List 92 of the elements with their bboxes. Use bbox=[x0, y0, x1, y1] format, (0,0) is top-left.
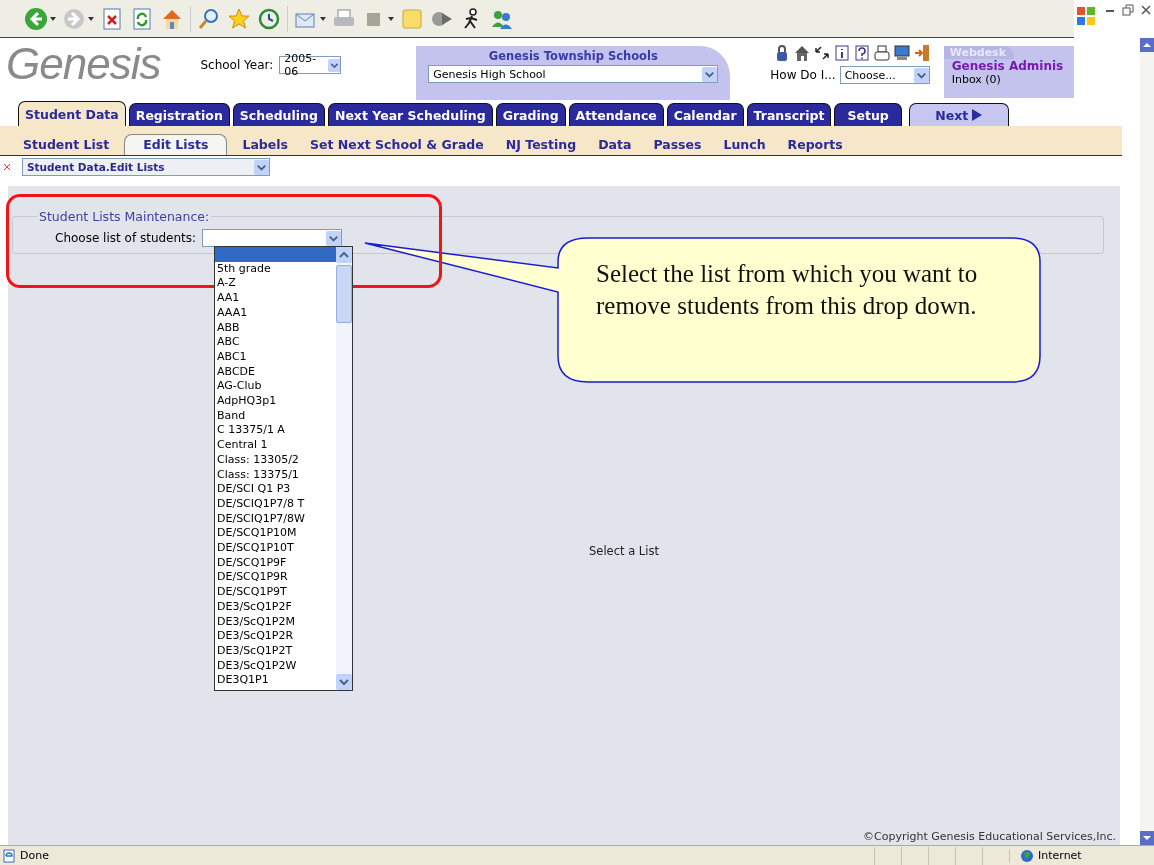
scroll-down-icon[interactable] bbox=[336, 674, 352, 690]
print-icon[interactable] bbox=[873, 44, 890, 62]
list-option[interactable]: A-Z bbox=[217, 276, 336, 292]
close-icon[interactable] bbox=[4, 164, 10, 170]
sub-tab[interactable]: Edit Lists bbox=[124, 134, 228, 155]
sub-tab[interactable]: Student List bbox=[16, 137, 117, 155]
exit-door-icon[interactable] bbox=[913, 44, 930, 62]
list-option[interactable]: DE/SCQ1P9F bbox=[217, 555, 336, 571]
nav-tab[interactable]: Attendance bbox=[568, 103, 664, 126]
stop-icon[interactable] bbox=[100, 6, 124, 31]
home-icon[interactable] bbox=[793, 44, 810, 62]
nav-tab[interactable]: Calendar bbox=[666, 103, 744, 126]
list-option[interactable]: DE3/ScQ1P2R bbox=[217, 629, 336, 644]
sub-tab[interactable]: Data bbox=[591, 137, 639, 155]
refresh-icon[interactable] bbox=[130, 6, 154, 31]
breadcrumb-select[interactable]: Student Data.Edit Lists bbox=[22, 158, 270, 176]
scroll-thumb[interactable] bbox=[336, 265, 352, 323]
close-icon[interactable] bbox=[1140, 4, 1152, 16]
arrows-icon[interactable] bbox=[813, 44, 830, 62]
list-option[interactable]: DE/SCQ1P9T bbox=[217, 585, 336, 600]
school-year-select[interactable]: 2005-06 bbox=[279, 56, 342, 74]
restore-icon[interactable] bbox=[1122, 4, 1134, 16]
history-icon[interactable] bbox=[257, 6, 281, 31]
caret-icon[interactable] bbox=[320, 16, 326, 21]
info-icon[interactable] bbox=[833, 44, 850, 62]
caret-icon[interactable] bbox=[50, 16, 56, 21]
list-option[interactable]: ABB bbox=[217, 320, 336, 336]
list-option[interactable]: DE3/ScQ1P2T bbox=[217, 643, 336, 659]
section-legend: Student Lists Maintenance: bbox=[37, 209, 212, 224]
list-option[interactable]: DE/SCIQ1P7/8W bbox=[217, 511, 336, 527]
monitor-icon[interactable] bbox=[893, 44, 910, 62]
caret-icon[interactable] bbox=[388, 16, 394, 21]
list-option[interactable]: DE/SCQ1P9R bbox=[217, 570, 336, 586]
list-option[interactable]: Class: 13305/2 bbox=[217, 452, 336, 468]
empty-message: Select a List bbox=[589, 544, 659, 558]
caret-icon[interactable] bbox=[88, 16, 94, 21]
nav-tab[interactable]: Scheduling bbox=[232, 103, 325, 126]
choose-list-label: Choose list of students: bbox=[55, 231, 197, 245]
nav-tab[interactable]: Next Year Scheduling bbox=[327, 103, 493, 126]
copyright-text: ©Copyright Genesis Educational Services,Inc. bbox=[863, 830, 1116, 843]
list-option[interactable]: DE/SCQ1P10M bbox=[217, 526, 336, 542]
list-option[interactable]: AG-Club bbox=[217, 379, 336, 394]
list-option[interactable]: DE/SCIQ1P7/8 T bbox=[217, 496, 336, 512]
nav-tab[interactable]: Registration bbox=[128, 103, 230, 126]
nav-tab[interactable]: Student Data bbox=[18, 101, 126, 126]
list-option[interactable]: AdpHQ3p1 bbox=[217, 394, 336, 409]
sub-tab[interactable]: Set Next School & Grade bbox=[303, 137, 491, 155]
callout-text: Select the list from which you want to remove students from this drop down. bbox=[596, 259, 979, 321]
list-option[interactable]: DE3/ScQ1P2F bbox=[217, 599, 336, 615]
nav-tab[interactable]: Setup bbox=[834, 103, 902, 126]
scroll-up-icon[interactable] bbox=[336, 247, 352, 263]
list-select[interactable] bbox=[202, 229, 343, 247]
windows-logo-icon bbox=[1074, 4, 1098, 28]
list-option[interactable]: C 13375/1 A bbox=[217, 423, 336, 439]
district-name: Genesis Township Schools bbox=[488, 49, 658, 63]
status-text: Done bbox=[20, 849, 49, 862]
star-icon[interactable] bbox=[227, 6, 251, 31]
list-option[interactable]: 5th grade bbox=[217, 261, 336, 277]
play-arrow-icon bbox=[972, 109, 983, 121]
how-do-i-label: How Do I... bbox=[770, 68, 836, 82]
list-option[interactable]: Class: 13375/1 bbox=[217, 467, 336, 483]
list-option[interactable]: ABC bbox=[217, 335, 336, 350]
list-option[interactable]: Central 1 bbox=[217, 438, 336, 453]
list-option[interactable]: ABC1 bbox=[217, 349, 336, 365]
nav-tab[interactable]: Transcript bbox=[746, 103, 832, 126]
sub-tab[interactable]: Passes bbox=[646, 137, 709, 155]
list-option[interactable]: DE3/ScQ1P2M bbox=[217, 614, 336, 630]
page-icon bbox=[2, 848, 16, 863]
user-name: Genesis Adminis bbox=[950, 59, 1065, 73]
list-option[interactable]: DE/SCI Q1 P3 bbox=[217, 482, 336, 497]
list-option[interactable]: ABCDE bbox=[217, 364, 336, 380]
school-year-label: School Year: bbox=[200, 58, 274, 72]
list-option[interactable]: DE3/ScQ1P2W bbox=[217, 658, 336, 674]
help-icon[interactable] bbox=[853, 44, 870, 62]
inbox-link[interactable]: Inbox (0) bbox=[943, 73, 1074, 86]
list-option[interactable]: AAA1 bbox=[217, 305, 336, 321]
how-do-i-select[interactable]: Choose... bbox=[839, 66, 930, 84]
zone-label: Internet bbox=[1038, 849, 1082, 862]
sub-tab[interactable]: NJ Testing bbox=[498, 137, 584, 155]
list-option[interactable]: Band bbox=[217, 408, 336, 424]
search-icon[interactable] bbox=[197, 6, 221, 31]
genesis-logo: Genesis bbox=[6, 42, 161, 86]
sub-tab[interactable]: Labels bbox=[235, 137, 295, 155]
school-select[interactable]: Genesis High School bbox=[428, 65, 719, 83]
nav-tab[interactable]: Grading bbox=[495, 103, 566, 126]
list-option[interactable]: DE/SCQ1P10T bbox=[217, 541, 336, 556]
sub-tab[interactable]: Lunch bbox=[716, 137, 773, 155]
nav-tab[interactable]: Next bbox=[908, 103, 1009, 126]
globe-icon bbox=[1020, 848, 1034, 863]
list-option[interactable]: AA1 bbox=[217, 291, 336, 306]
sub-tab[interactable]: Reports bbox=[780, 137, 850, 155]
list-option[interactable]: DE3Q1P1 bbox=[217, 673, 336, 689]
